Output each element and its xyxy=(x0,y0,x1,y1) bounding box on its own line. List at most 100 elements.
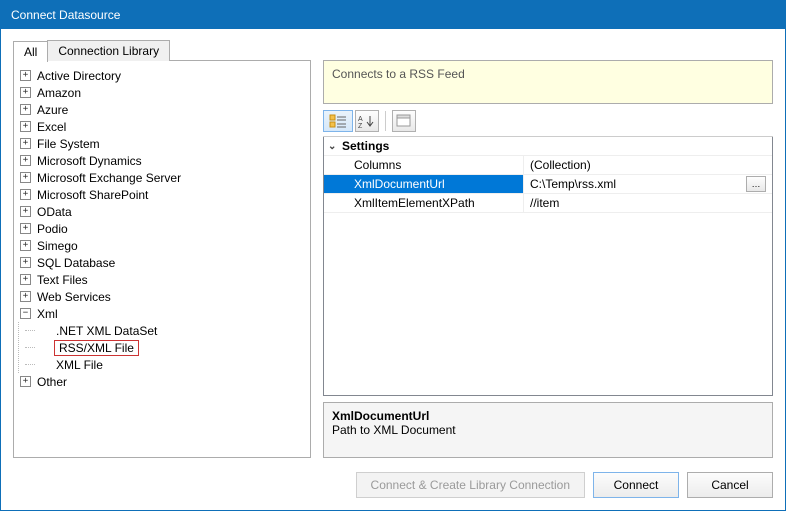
provider-tree[interactable]: +Active Directory +Amazon +Azure +Excel … xyxy=(18,67,306,390)
tree-node-text-files[interactable]: + Text Files xyxy=(18,271,306,288)
expand-icon[interactable]: + xyxy=(20,257,31,268)
connect-button[interactable]: Connect xyxy=(593,472,679,498)
tree-node-web-services[interactable]: + Web Services xyxy=(18,288,306,305)
property-category-settings[interactable]: ⌄ Settings xyxy=(324,137,772,156)
provider-description-box: Connects to a RSS Feed xyxy=(323,60,773,104)
tree-node-active-directory[interactable]: +Active Directory xyxy=(18,67,306,84)
tree-label: Microsoft Dynamics xyxy=(35,154,144,168)
property-description-name: XmlDocumentUrl xyxy=(332,409,764,423)
alphabetical-button[interactable]: A Z xyxy=(355,110,379,132)
tree-label: .NET XML DataSet xyxy=(54,324,159,338)
tree-label: Podio xyxy=(35,222,70,236)
expand-icon[interactable]: + xyxy=(20,223,31,234)
property-row-columns[interactable]: Columns (Collection) xyxy=(324,156,772,175)
connect-create-library-button: Connect & Create Library Connection xyxy=(356,472,585,498)
property-value-text: C:\Temp\rss.xml xyxy=(530,177,616,191)
property-pages-button[interactable] xyxy=(392,110,416,132)
provider-tree-panel: +Active Directory +Amazon +Azure +Excel … xyxy=(13,60,311,458)
svg-text:A: A xyxy=(358,116,363,123)
tree-label: OData xyxy=(35,205,74,219)
expand-icon[interactable]: + xyxy=(20,189,31,200)
expand-icon[interactable]: + xyxy=(20,70,31,81)
categorized-button[interactable] xyxy=(323,110,353,132)
property-name: XmlDocumentUrl xyxy=(324,175,524,193)
tab-library-label: Connection Library xyxy=(58,44,159,58)
tree-label: Text Files xyxy=(35,273,90,287)
tree-node-podio[interactable]: + Podio xyxy=(18,220,306,237)
property-row-xmlitemelementxpath[interactable]: XmlItemElementXPath //item xyxy=(324,194,772,213)
provider-tabhost: All Connection Library +Active Directory… xyxy=(13,39,311,458)
property-value[interactable]: C:\Temp\rss.xml … xyxy=(524,175,772,193)
tree-node-ms-dynamics[interactable]: + Microsoft Dynamics xyxy=(18,152,306,169)
expand-icon[interactable]: + xyxy=(20,104,31,115)
tabstrip: All Connection Library xyxy=(13,39,311,61)
client-area: All Connection Library +Active Directory… xyxy=(1,29,785,510)
tree-label: Microsoft Exchange Server xyxy=(35,171,183,185)
property-description-panel: XmlDocumentUrl Path to XML Document xyxy=(323,402,773,458)
tree-label: Amazon xyxy=(35,86,83,100)
browse-button[interactable]: … xyxy=(746,176,766,192)
tree-label: Microsoft SharePoint xyxy=(35,188,150,202)
tree-label: Excel xyxy=(35,120,68,134)
tree-label-selected: RSS/XML File xyxy=(54,340,139,356)
tree-label: XML File xyxy=(54,358,105,372)
tab-connection-library[interactable]: Connection Library xyxy=(47,40,170,61)
tree-node-amazon[interactable]: + Amazon xyxy=(18,84,306,101)
property-name: XmlItemElementXPath xyxy=(324,194,524,212)
sort-az-icon: A Z xyxy=(358,114,376,128)
property-value[interactable]: (Collection) xyxy=(524,156,772,174)
tree-node-excel[interactable]: + Excel xyxy=(18,118,306,135)
tree-label: Web Services xyxy=(35,290,113,304)
tree-node-xml[interactable]: −Xml xyxy=(18,305,306,322)
chevron-down-icon[interactable]: ⌄ xyxy=(328,141,342,152)
tree-node-xml-file[interactable]: XML File xyxy=(37,356,306,373)
svg-text:Z: Z xyxy=(358,123,363,128)
tree-label: Simego xyxy=(35,239,80,253)
expand-icon[interactable]: + xyxy=(20,376,31,387)
expand-icon[interactable]: + xyxy=(20,206,31,217)
expand-icon[interactable]: + xyxy=(20,240,31,251)
tree-node-azure[interactable]: + Azure xyxy=(18,101,306,118)
property-grid[interactable]: ⌄ Settings Columns (Collection) XmlDocum… xyxy=(323,137,773,396)
property-value[interactable]: //item xyxy=(524,194,772,212)
dialog-window: Connect Datasource All Connection Librar… xyxy=(0,0,786,511)
tree-node-ms-exchange[interactable]: + Microsoft Exchange Server xyxy=(18,169,306,186)
tree-node-other[interactable]: + Other xyxy=(18,373,306,390)
tree-children-xml: .NET XML DataSet RSS/XML File XML File xyxy=(18,322,306,373)
expand-icon[interactable]: + xyxy=(20,274,31,285)
tree-label: File System xyxy=(35,137,102,151)
expand-icon[interactable]: + xyxy=(20,172,31,183)
dialog-button-row: Connect & Create Library Connection Conn… xyxy=(13,458,773,498)
tree-label: Azure xyxy=(35,103,70,117)
tree-node-dotnet-xml-dataset[interactable]: .NET XML DataSet xyxy=(37,322,306,339)
toolbar-separator xyxy=(385,111,386,131)
cancel-button[interactable]: Cancel xyxy=(687,472,773,498)
tree-label: Xml xyxy=(35,307,60,321)
window-title: Connect Datasource xyxy=(11,8,120,22)
tab-all[interactable]: All xyxy=(13,41,48,62)
propertygrid-toolbar: A Z xyxy=(323,104,773,137)
tree-node-simego[interactable]: + Simego xyxy=(18,237,306,254)
expand-icon[interactable]: + xyxy=(20,155,31,166)
titlebar: Connect Datasource xyxy=(1,1,785,29)
expand-icon[interactable]: + xyxy=(20,138,31,149)
expand-icon[interactable]: + xyxy=(20,121,31,132)
tree-node-rss-xml-file[interactable]: RSS/XML File xyxy=(37,339,306,356)
expand-icon[interactable]: + xyxy=(20,291,31,302)
property-description-text: Path to XML Document xyxy=(332,423,764,437)
provider-description-text: Connects to a RSS Feed xyxy=(332,67,465,81)
property-category-label: Settings xyxy=(342,139,389,153)
property-row-xmldocumenturl[interactable]: XmlDocumentUrl C:\Temp\rss.xml … xyxy=(324,175,772,194)
expand-icon[interactable]: + xyxy=(20,87,31,98)
right-panel: Connects to a RSS Feed xyxy=(323,60,773,458)
tree-node-ms-sharepoint[interactable]: + Microsoft SharePoint xyxy=(18,186,306,203)
categorized-icon xyxy=(329,114,347,128)
tab-all-label: All xyxy=(24,45,37,59)
tree-node-sql-database[interactable]: +SQL Database xyxy=(18,254,306,271)
collapse-icon[interactable]: − xyxy=(20,308,31,319)
property-name: Columns xyxy=(324,156,524,174)
tree-node-odata[interactable]: + OData xyxy=(18,203,306,220)
tree-label: Other xyxy=(35,375,69,389)
tree-node-file-system[interactable]: + File System xyxy=(18,135,306,152)
property-page-icon xyxy=(396,114,412,128)
